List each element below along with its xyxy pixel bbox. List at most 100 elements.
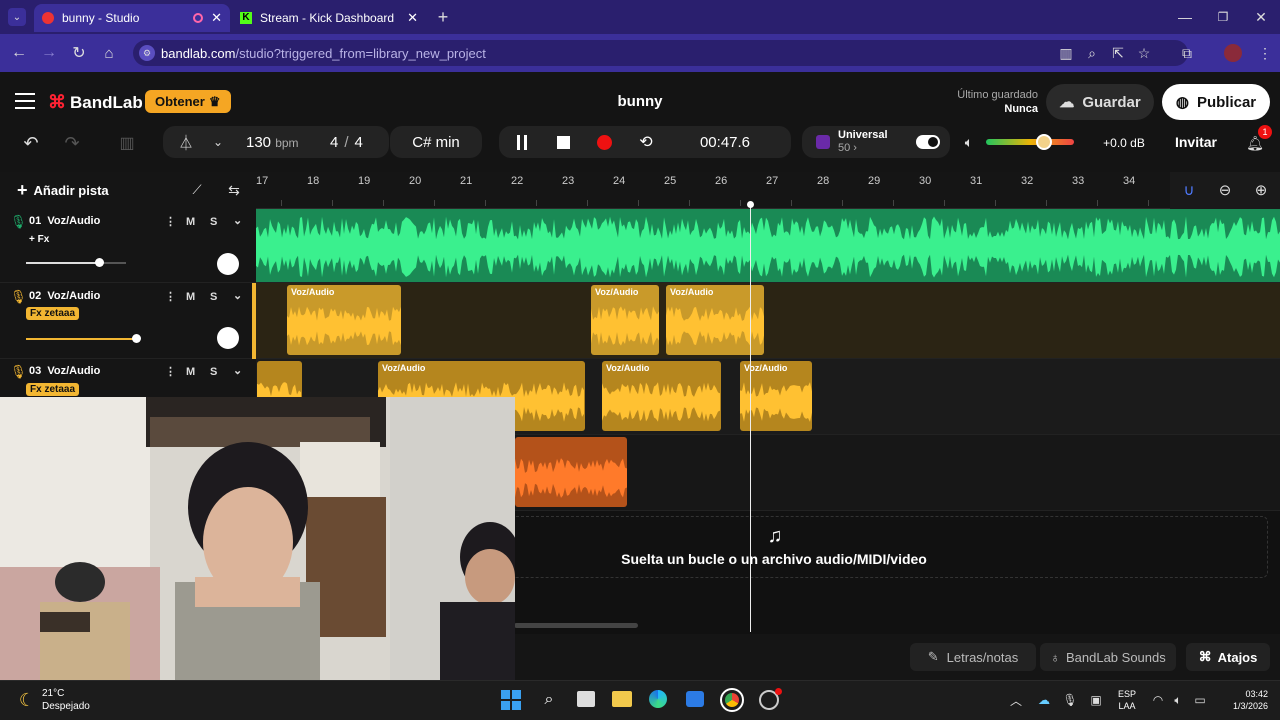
maximize-icon[interactable]: ❐ [1214,8,1232,26]
chrome-icon[interactable] [720,688,744,712]
mute-button[interactable]: M [186,366,195,378]
time-signature[interactable]: 4/4 [330,134,363,151]
back-icon[interactable]: ← [10,44,28,62]
audio-clip[interactable]: Voz/Audio [287,285,401,355]
mute-button[interactable]: M [186,216,195,228]
track-volume-slider[interactable] [26,334,141,343]
track-menu-icon[interactable]: ⋮ [165,290,176,303]
mixer-icon[interactable]: ⇆ [225,181,243,199]
audio-clip[interactable]: Voz/Audio [602,361,721,431]
tab-list-icon[interactable]: ⌄ [8,8,26,26]
metronome-dropdown-icon[interactable]: ⌄ [209,133,227,151]
task-view-icon[interactable] [577,691,595,707]
audio-clip[interactable] [515,437,627,507]
track-expand-icon[interactable]: ⌄ [233,364,242,377]
horizontal-scrollbar[interactable] [514,623,638,628]
url-bar[interactable]: ⚙ bandlab.com/studio?triggered_from=libr… [133,40,1188,66]
track-lane-2[interactable] [256,283,1280,359]
solo-button[interactable]: S [210,291,217,303]
windows-start-icon[interactable] [501,690,521,710]
solo-button[interactable]: S [210,366,217,378]
playhead-handle[interactable] [747,201,754,208]
track-volume-slider[interactable] [26,258,126,267]
file-explorer-icon[interactable] [612,691,632,707]
automation-icon[interactable]: ⟋ [188,181,206,199]
invite-button[interactable]: Invitar [1170,134,1222,150]
zoom-in-icon[interactable]: ⊕ [1252,181,1270,199]
solo-button[interactable]: S [210,216,217,228]
tray-chevron-icon[interactable]: ︿ [1008,692,1024,708]
tab-kick[interactable]: K Stream - Kick Dashboard ✕ [232,4,426,32]
bandlab-logo[interactable]: ⌘ BandLab [48,92,143,113]
new-tab-icon[interactable]: + [434,7,452,27]
weather-widget[interactable]: 21°C Despejado [42,687,90,713]
minimize-icon[interactable]: — [1176,8,1194,26]
master-volume-knob[interactable] [1036,134,1052,150]
reload-icon[interactable]: ↻ [70,44,88,62]
edge-icon[interactable] [649,690,667,708]
metronome-icon[interactable]: ⏃ [177,133,195,152]
moon-weather-icon[interactable]: ☾ [16,689,38,711]
add-track-button[interactable]: + Añadir pista [17,180,109,201]
zoom-out-icon[interactable]: ⊖ [1216,181,1234,199]
mastering-preset[interactable]: Universal 50 › [838,129,888,155]
hamburger-menu-icon[interactable] [15,93,35,109]
stop-icon[interactable] [557,136,570,149]
playhead[interactable] [750,204,751,632]
track-lane-1[interactable] [256,209,1280,283]
close-tab-icon[interactable]: ✕ [407,10,418,26]
track-header-2[interactable]: 🎙︎ 02 Voz/Audio Fx zetaaa ⋮ M S ⌄ [0,283,256,359]
track-expand-icon[interactable]: ⌄ [233,214,242,227]
reader-icon[interactable]: ▥ [1057,44,1075,62]
extensions-icon[interactable]: ⧉ [1178,44,1196,62]
bookmark-star-icon[interactable]: ☆ [1135,44,1153,62]
battery-icon[interactable]: ▭ [1191,692,1209,708]
pan-knob[interactable] [217,253,239,275]
track-header-1[interactable]: 🎙︎ 01 Voz/Audio + Fx ⋮ M S ⌄ [0,209,256,283]
close-window-icon[interactable]: ✕ [1252,8,1270,26]
timeline-ruler[interactable]: 17 18 19 20 21 22 23 24 25 26 27 28 29 30 31 32 33 34 [256,172,1280,209]
add-fx-button[interactable]: + Fx [29,234,49,245]
bandlab-sounds-button[interactable]: ♁ BandLab Sounds [1040,643,1176,671]
fx-badge[interactable]: Fx zetaaa [26,383,80,396]
clock[interactable]: 03:42 1/3/2026 [1218,688,1268,712]
lyrics-notes-button[interactable]: ✎ Letras/notas [910,643,1036,671]
track-header-3[interactable]: 🎙︎ 03 Voz/Audio Fx zetaaa ⋮ M S ⌄ [0,359,256,399]
mute-button[interactable]: M [186,291,195,303]
volume-icon[interactable]: 🔈︎ [960,134,978,150]
save-button[interactable]: ☁ Guardar [1046,84,1154,120]
key-selector[interactable]: C# min [390,126,482,158]
track-expand-icon[interactable]: ⌄ [233,289,242,302]
wifi-icon[interactable]: ◠ [1150,692,1166,708]
zoom-icon[interactable]: ⌕ [1083,44,1101,62]
tab-studio[interactable]: bunny - Studio ✕ [34,4,230,32]
shortcuts-button[interactable]: ⌘ Atajos [1186,643,1270,671]
mastering-toggle[interactable] [916,135,940,149]
notes-tray-icon[interactable]: ▣ [1088,692,1104,708]
home-icon[interactable]: ⌂ [100,44,118,62]
pan-knob[interactable] [217,327,239,349]
drop-zone[interactable] [500,516,1268,578]
loop-icon[interactable]: ⟲ [637,133,655,151]
site-info-icon[interactable]: ⚙ [139,45,155,61]
onedrive-icon[interactable]: ☁ [1036,692,1052,708]
browser-menu-icon[interactable]: ⋮ [1256,44,1274,62]
project-title[interactable]: bunny [590,93,690,110]
publish-button[interactable]: ◍ Publicar [1162,84,1270,120]
profile-avatar[interactable] [1224,44,1242,62]
microphone-tray-icon[interactable]: 🎙︎ [1062,692,1078,708]
tempo-field[interactable]: 130 bpm [246,134,299,151]
language-indicator[interactable]: ESP LAA [1118,688,1136,712]
install-icon[interactable]: ⇱ [1109,44,1127,62]
fx-badge[interactable]: Fx zetaaa [26,307,80,320]
audio-clip[interactable]: Voz/Audio [591,285,659,355]
undo-icon[interactable]: ↶ [20,133,42,153]
pause-icon[interactable] [517,135,527,150]
snap-magnet-icon[interactable]: ∪ [1180,181,1198,199]
track-menu-icon[interactable]: ⋮ [165,365,176,378]
redo-icon[interactable]: ↷ [61,133,83,153]
search-icon[interactable]: ⌕ [539,690,559,710]
track-menu-icon[interactable]: ⋮ [165,215,176,228]
split-icon[interactable]: ▥ [116,133,138,153]
record-icon[interactable] [597,135,612,150]
